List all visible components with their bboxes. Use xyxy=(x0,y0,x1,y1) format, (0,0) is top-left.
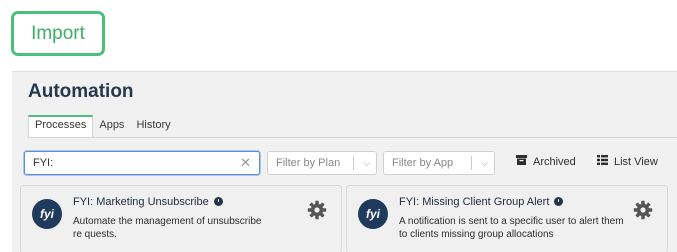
import-button[interactable]: Import xyxy=(11,11,105,56)
archived-label: Archived xyxy=(533,155,576,168)
automation-card[interactable]: fyi FYI: Marketing Unsubscribe Automate … xyxy=(20,185,342,252)
close-icon[interactable]: ✕ xyxy=(240,152,251,174)
automation-card[interactable]: fyi FYI: Missing Client Group Alert A no… xyxy=(346,185,668,252)
chevron-down-icon: ⌵ xyxy=(363,158,370,168)
gear-icon[interactable] xyxy=(307,200,327,225)
card-title-text: FYI: Missing Client Group Alert xyxy=(399,196,550,208)
fyi-logo: fyi xyxy=(32,199,62,229)
card-description: A notification is sent to a specific use… xyxy=(399,216,624,240)
filter-by-plan-select[interactable]: Filter by Plan ⌵ xyxy=(267,151,377,175)
select-divider xyxy=(471,156,472,170)
archived-button[interactable]: Archived xyxy=(516,155,576,168)
page-title: Automation xyxy=(28,81,134,102)
list-view-button[interactable]: List View xyxy=(597,155,658,168)
search-input[interactable]: FYI: ✕ xyxy=(24,151,260,175)
list-icon xyxy=(597,155,608,168)
list-view-label: List View xyxy=(614,155,658,168)
chevron-down-icon: ⌵ xyxy=(481,158,488,168)
tab-processes[interactable]: Processes xyxy=(28,115,94,137)
search-value: FYI: xyxy=(33,157,54,169)
filter-by-app-select[interactable]: Filter by App ⌵ xyxy=(383,151,495,175)
gear-icon[interactable] xyxy=(633,200,653,225)
tab-apps[interactable]: Apps xyxy=(93,118,130,138)
clock-icon xyxy=(554,197,564,206)
tab-bar: Processes Apps History xyxy=(28,115,177,138)
automation-panel: Automation Processes Apps History FYI: ✕… xyxy=(12,71,677,252)
tab-history[interactable]: History xyxy=(130,118,176,138)
card-title: FYI: Marketing Unsubscribe xyxy=(73,196,223,208)
archive-box-icon xyxy=(516,155,527,168)
filter-plan-placeholder: Filter by Plan xyxy=(276,157,341,169)
card-title-text: FYI: Marketing Unsubscribe xyxy=(73,196,209,208)
fyi-logo: fyi xyxy=(358,199,388,229)
card-description: Automate the management of unsubscribe r… xyxy=(73,216,262,240)
filter-app-placeholder: Filter by App xyxy=(392,157,454,169)
tab-divider xyxy=(28,137,677,138)
select-divider xyxy=(353,156,354,170)
card-title: FYI: Missing Client Group Alert xyxy=(399,196,564,208)
clock-icon xyxy=(213,197,223,206)
